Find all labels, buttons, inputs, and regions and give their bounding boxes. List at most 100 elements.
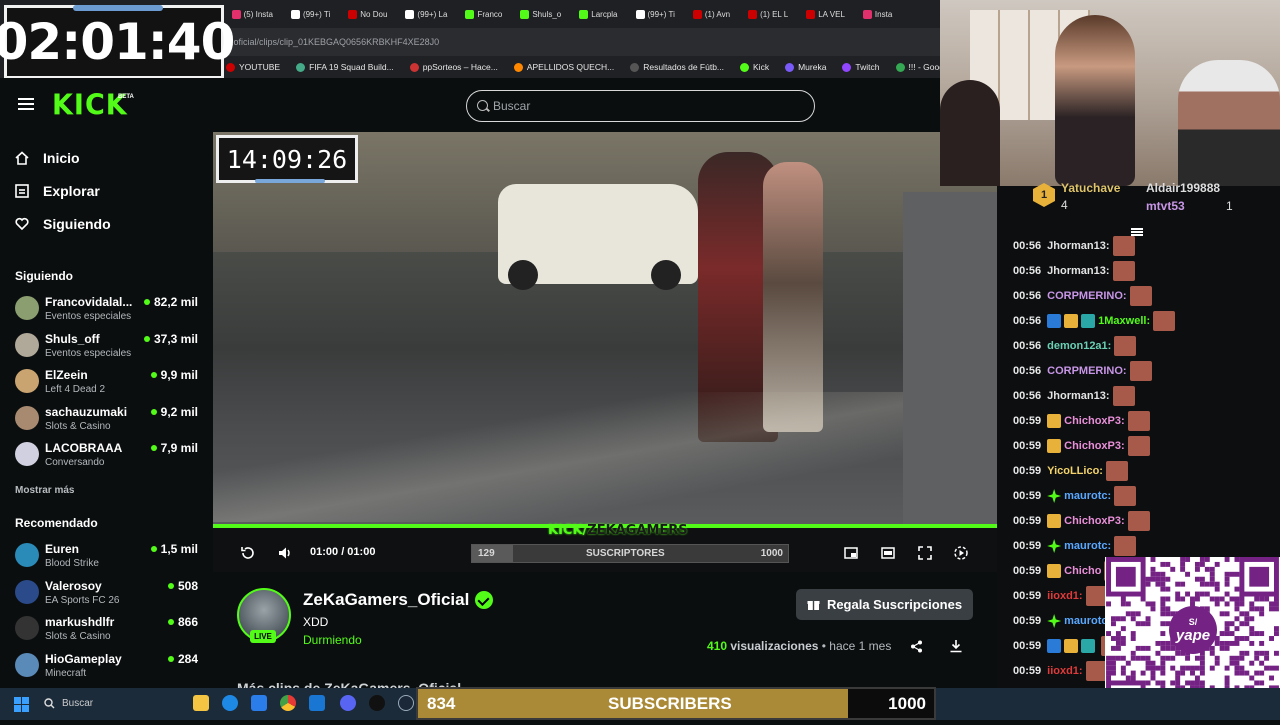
views-label: visualizaciones xyxy=(730,639,819,653)
bookmark-icon xyxy=(409,62,419,72)
gift-subs-button[interactable]: Regala Suscripciones xyxy=(796,589,973,620)
browser-tab[interactable]: (99+) La xyxy=(396,0,456,28)
theater-mode-icon[interactable] xyxy=(880,545,896,561)
sidebar-channel[interactable]: Shuls_off Eventos especiales 37,3 mil xyxy=(15,329,203,365)
sidebar-channel[interactable]: HioGameplay Minecraft 284 xyxy=(15,649,203,685)
discord-icon[interactable] xyxy=(340,695,356,711)
steam-icon[interactable] xyxy=(398,695,414,711)
show-more-link[interactable]: Mostrar más xyxy=(15,485,74,496)
browser-tab[interactable]: Larcpla xyxy=(570,0,626,28)
nav-home[interactable]: Inicio xyxy=(15,150,80,166)
replay-icon[interactable] xyxy=(240,545,256,561)
chat-timestamp: 00:56 xyxy=(1013,315,1042,327)
bookmark[interactable]: Mureka xyxy=(777,62,834,72)
bookmark[interactable]: FIFA 19 Squad Build... xyxy=(288,62,402,72)
browser-tab-label: (1) EL L xyxy=(760,9,789,19)
playback-time: 01:00 / 01:00 xyxy=(310,546,376,558)
obs-icon[interactable] xyxy=(369,695,385,711)
leader-name: Yatuchave xyxy=(1061,181,1121,195)
chat-username[interactable]: Jhorman13: xyxy=(1047,240,1109,252)
search-input[interactable] xyxy=(493,99,793,113)
sidebar-channel[interactable]: Euren Blood Strike 1,5 mil xyxy=(15,539,203,575)
browser-tab[interactable]: LA VEL xyxy=(797,0,854,28)
bookmark[interactable]: ppSorteos – Hace... xyxy=(402,62,506,72)
channel-avatar xyxy=(15,652,39,677)
sidebar-channel[interactable]: ElZeein Left 4 Dead 2 9,9 mil xyxy=(15,365,203,401)
chat-username[interactable]: iioxd1: xyxy=(1047,665,1082,677)
bookmark-label: APELLIDOS QUECH... xyxy=(526,62,615,72)
browser-tab[interactable]: (99+) Ti xyxy=(282,0,339,28)
playback-speed-icon[interactable] xyxy=(953,545,969,561)
chat-message: 00:59 ChichoxP3: xyxy=(1013,411,1150,431)
following-section-title: Siguiendo xyxy=(15,269,73,283)
browser-tab[interactable]: (1) Avn xyxy=(684,0,739,28)
chat-username[interactable]: maurotc: xyxy=(1064,540,1111,552)
browser-tab[interactable]: (99+) Ti xyxy=(627,0,684,28)
chat-message: 00:56 demon12a1: xyxy=(1013,336,1137,356)
chat-username[interactable]: YicoLLico: xyxy=(1047,465,1103,477)
nav-following[interactable]: Siguiendo xyxy=(15,216,111,232)
chat-username[interactable]: CORPMERINO: xyxy=(1047,365,1126,377)
sidebar-channel[interactable]: sachauzumaki Slots & Casino 9,2 mil xyxy=(15,402,203,438)
sidebar-channel[interactable]: Valerosoy EA Sports FC 26 508 xyxy=(15,576,203,612)
chat-username[interactable]: Jhorman13: xyxy=(1047,265,1109,277)
bookmark[interactable]: Kick xyxy=(732,62,777,72)
chat-username[interactable]: ChichoxP3: xyxy=(1064,515,1125,527)
fullscreen-icon[interactable] xyxy=(917,545,933,561)
channel-name: Valerosoy xyxy=(45,578,102,593)
subscriber-goal-bar-small: 129 SUSCRIPTORES 1000 xyxy=(471,544,789,563)
browser-tab[interactable]: (1) EL L xyxy=(739,0,797,28)
hamburger-menu-icon[interactable] xyxy=(18,98,34,110)
channel-name: ElZeein xyxy=(45,368,88,383)
share-icon[interactable] xyxy=(910,640,923,653)
chrome-icon[interactable] xyxy=(280,695,296,711)
chat-username[interactable]: maurotc: xyxy=(1064,490,1111,502)
windows-start-icon[interactable] xyxy=(14,697,29,712)
browser-tab[interactable]: No Dou xyxy=(339,0,396,28)
chat-username[interactable]: ChichoxP3: xyxy=(1064,440,1125,452)
kick-logo[interactable]: KICK xyxy=(52,89,128,122)
app-icon[interactable] xyxy=(309,695,325,711)
bookmark-label: Kick xyxy=(753,62,770,72)
bookmark[interactable]: Twitch xyxy=(834,62,887,72)
chat-username[interactable]: iioxd1: xyxy=(1047,590,1082,602)
bookmark[interactable]: APELLIDOS QUECH... xyxy=(506,62,622,72)
browser-tab[interactable]: Insta xyxy=(854,0,901,28)
volume-icon[interactable] xyxy=(277,545,293,561)
sidebar-channel[interactable]: LACOBRAAA Conversando 7,9 mil xyxy=(15,438,203,474)
chat-username[interactable]: ChichoxP3: xyxy=(1064,415,1125,427)
sidebar-channel[interactable]: markushdlfr Slots & Casino 866 xyxy=(15,612,203,648)
chat-username[interactable]: demon12a1: xyxy=(1047,340,1111,352)
chat-username[interactable]: Jhorman13: xyxy=(1047,390,1109,402)
bookmark[interactable]: Resultados de Fútb... xyxy=(622,62,732,72)
channel-category: Slots & Casino xyxy=(45,420,111,432)
chat-badge-icon xyxy=(1064,639,1079,653)
bookmark-label: !!! - Google Drive xyxy=(908,62,940,72)
chat-filter-icon[interactable] xyxy=(1131,228,1143,230)
download-icon[interactable] xyxy=(949,639,963,653)
taskbar-search[interactable]: Buscar xyxy=(38,693,178,715)
chat-username[interactable]: 1Maxwell: xyxy=(1098,315,1150,327)
sidebar-channel[interactable]: Francovidalal... Eventos especiales 82,2 m… xyxy=(15,292,203,328)
bookmark-icon xyxy=(842,62,852,72)
nav-explore[interactable]: Explorar xyxy=(15,183,100,199)
browser-tab[interactable]: Shuls_o xyxy=(511,0,570,28)
store-icon[interactable] xyxy=(251,695,267,711)
channel-viewers: 1,5 mil xyxy=(151,542,198,556)
browser-tab-label: No Dou xyxy=(360,9,388,19)
bookmark[interactable]: !!! - Google Drive xyxy=(888,62,940,72)
live-badge: LIVE xyxy=(250,630,276,643)
edge-icon[interactable] xyxy=(222,695,238,711)
leader-name: mtvt53 xyxy=(1146,199,1185,213)
chat-username[interactable]: maurotc xyxy=(1064,615,1107,627)
chat-username[interactable]: Chicho xyxy=(1064,565,1101,577)
channel-viewers: 37,3 mil xyxy=(144,332,198,346)
video-player[interactable] xyxy=(213,132,997,526)
file-explorer-icon[interactable] xyxy=(193,695,209,711)
channel-name[interactable]: ZeKaGamers_Oficial xyxy=(303,590,469,610)
channel-category[interactable]: Durmiendo xyxy=(303,633,362,647)
chat-username[interactable]: CORPMERINO: xyxy=(1047,290,1126,302)
search-bar[interactable] xyxy=(466,90,815,122)
pip-icon[interactable] xyxy=(843,545,859,561)
browser-tab[interactable]: Franco xyxy=(456,0,511,28)
